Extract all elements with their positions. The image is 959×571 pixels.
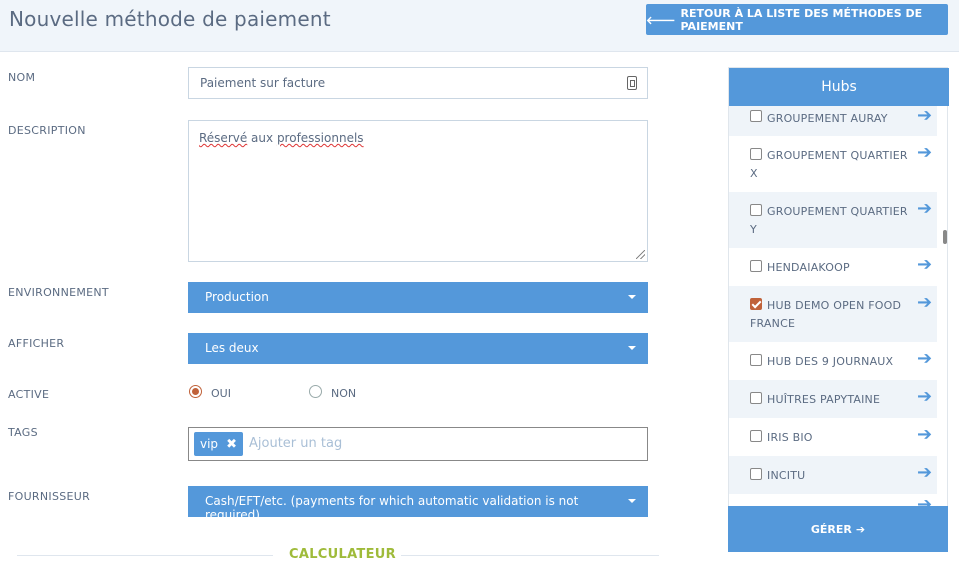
tags-input[interactable]: vip ✖ Ajouter un tag — [188, 427, 648, 461]
provider-select[interactable]: Cash/EFT/etc. (payments for which automa… — [188, 486, 648, 522]
back-button-label: RETOUR À LA LISTE DES MÉTHODES DE PAIEME… — [680, 6, 923, 33]
name-label: NOM — [8, 71, 36, 84]
hub-item[interactable]: HUB DES 9 JOURNAUX ➔ — [729, 342, 937, 380]
hub-name: GROUPEMENT QUARTIER X — [750, 149, 908, 180]
hub-name: HUÎTRES PAPYTAINE — [767, 393, 881, 406]
hubs-scrollbar[interactable] — [943, 230, 947, 244]
hub-item[interactable]: INCITU ➔ — [729, 456, 937, 494]
hub-item[interactable]: HUB DEMO OPEN FOOD FRANCE ➔ — [729, 286, 937, 342]
description-textarea[interactable]: Réservé aux professionnels — [188, 120, 648, 262]
contact-card-icon — [627, 76, 637, 90]
hub-name: IRIS BIO — [767, 431, 813, 444]
arrow-right-icon[interactable]: ➔ — [917, 254, 932, 275]
active-label: ACTIVE — [8, 388, 50, 401]
description-word-1: Réservé — [199, 131, 248, 145]
remove-tag-icon[interactable]: ✖ — [226, 437, 237, 452]
hub-item[interactable]: GROUPEMENT AURAY ➔ — [729, 106, 937, 136]
arrow-right-icon[interactable]: ➔ — [917, 386, 932, 407]
tag-placeholder[interactable]: Ajouter un tag — [249, 436, 342, 451]
environment-value: Production — [205, 290, 269, 304]
arrow-right-icon: ➔ — [855, 522, 866, 536]
arrow-right-icon[interactable]: ➔ — [917, 142, 932, 163]
tags-label: TAGS — [8, 426, 38, 439]
hubs-list[interactable]: GROUPEMENT AURAY ➔ GROUPEMENT QUARTIER X… — [729, 106, 937, 508]
hub-item[interactable]: GROUPEMENT QUARTIER X ➔ — [729, 136, 937, 192]
hub-name: HUB DEMO OPEN FOOD FRANCE — [750, 299, 902, 330]
display-select[interactable]: Les deux — [188, 333, 648, 364]
environment-select[interactable]: Production — [188, 282, 648, 313]
arrow-right-icon[interactable]: ➔ — [917, 198, 932, 219]
hubs-title: Hubs — [729, 68, 949, 106]
environment-label: ENVIRONNEMENT — [8, 286, 109, 299]
display-label: AFFICHER — [8, 337, 65, 350]
divider-left — [17, 555, 273, 556]
calculator-heading: CALCULATEUR — [289, 547, 396, 562]
hub-item[interactable]: IRIS BIO ➔ — [729, 418, 937, 456]
provider-value: Cash/EFT/etc. (payments for which automa… — [205, 494, 579, 522]
description-word-2: aux — [247, 131, 277, 145]
caret-down-icon — [628, 295, 636, 299]
tag-chip: vip ✖ — [194, 432, 243, 456]
hubs-panel: Hubs GROUPEMENT AURAY ➔ GROUPEMENT QUART… — [728, 67, 949, 552]
hub-item[interactable]: GROUPEMENT QUARTIER Y ➔ — [729, 192, 937, 248]
arrow-right-icon[interactable]: ➔ — [917, 292, 932, 313]
caret-down-icon — [628, 499, 636, 503]
hub-item[interactable]: HUÎTRES PAPYTAINE ➔ — [729, 380, 937, 418]
description-label: DESCRIPTION — [8, 124, 86, 137]
active-yes-label: OUI — [211, 387, 231, 400]
active-yes-radio[interactable] — [189, 385, 202, 398]
description-word-3: professionnels — [276, 131, 364, 145]
active-no-radio[interactable] — [309, 385, 322, 398]
hub-name: INCITU — [767, 469, 806, 482]
back-to-list-button[interactable]: 🡐 RETOUR À LA LISTE DES MÉTHODES DE PAIE… — [646, 4, 948, 35]
arrow-right-icon[interactable]: ➔ — [917, 106, 932, 126]
arrow-right-icon[interactable]: ➔ — [917, 348, 932, 369]
caret-down-icon — [628, 346, 636, 350]
arrow-right-icon[interactable]: ➔ — [917, 424, 932, 445]
provider-label: FOURNISSEUR — [8, 490, 91, 503]
manage-button-label: GÉRER — [810, 522, 852, 536]
resize-handle[interactable] — [636, 250, 645, 259]
hub-name: HENDAIAKOOP — [767, 261, 850, 274]
page-header: Nouvelle méthode de paiement 🡐 RETOUR À … — [0, 0, 959, 52]
arrow-right-icon[interactable]: ➔ — [917, 462, 932, 483]
tag-label: vip — [200, 437, 219, 451]
display-value: Les deux — [205, 341, 259, 355]
hub-item[interactable]: HENDAIAKOOP ➔ — [729, 248, 937, 286]
divider-right — [401, 555, 659, 556]
name-input[interactable]: Paiement sur facture — [188, 67, 648, 99]
name-value: Paiement sur facture — [200, 76, 326, 90]
manage-hubs-button[interactable]: GÉRER ➔ — [728, 506, 948, 552]
hub-name: GROUPEMENT QUARTIER Y — [750, 205, 908, 236]
hub-name: HUB DES 9 JOURNAUX — [767, 355, 894, 368]
page-title: Nouvelle méthode de paiement — [9, 7, 331, 31]
active-no-label: NON — [331, 387, 357, 400]
arrow-left-icon: 🡐 — [646, 13, 676, 27]
hub-name: GROUPEMENT AURAY — [767, 112, 888, 125]
